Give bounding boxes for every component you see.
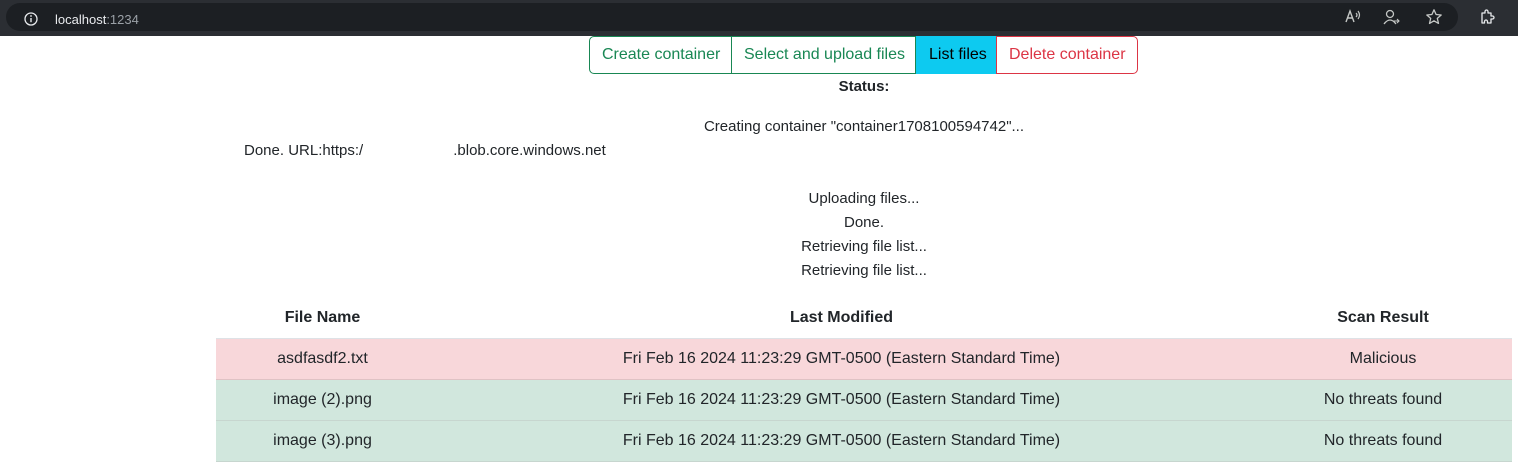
redacted-region (363, 144, 454, 159)
address-url[interactable]: localhost:1234 (55, 12, 139, 28)
delete-container-button[interactable]: Delete container (996, 36, 1138, 74)
done-url-suffix: .blob.core.windows.net (453, 142, 606, 159)
action-button-group: Create container Select and upload files… (589, 36, 1138, 74)
done-url-prefix: Done. URL:https:/ (244, 142, 364, 159)
create-container-button[interactable]: Create container (589, 36, 732, 74)
status-retrieving-line: Retrieving file list... (801, 238, 927, 255)
column-header-scan-result: Scan Result (1254, 298, 1512, 339)
info-icon[interactable] (24, 12, 38, 26)
last-modified-cell: Fri Feb 16 2024 11:23:29 GMT-0500 (Easte… (429, 420, 1254, 462)
last-modified-cell: Fri Feb 16 2024 11:23:29 GMT-0500 (Easte… (429, 379, 1254, 421)
scan-result-cell: No threats found (1254, 379, 1512, 421)
browser-toolbar: localhost:1234 (0, 0, 1518, 36)
status-done-line: Done. (843, 214, 885, 231)
upload-files-button[interactable]: Select and upload files (732, 36, 916, 74)
table-row: image (2).png Fri Feb 16 2024 11:23:29 G… (216, 379, 1512, 421)
column-header-last-modified: Last Modified (429, 298, 1254, 339)
column-header-file-name: File Name (216, 298, 429, 339)
table-row: asdfasdf2.txt Fri Feb 16 2024 11:23:29 G… (216, 338, 1512, 380)
status-creating-line: Creating container "container17081005947… (703, 118, 1025, 135)
table-row: image (3).png Fri Feb 16 2024 11:23:29 G… (216, 420, 1512, 462)
extensions-icon[interactable] (1478, 8, 1496, 26)
read-aloud-icon[interactable] (1344, 8, 1362, 26)
list-files-button[interactable]: List files (916, 36, 996, 74)
status-uploading-line: Uploading files... (808, 190, 920, 207)
status-done-url-line: Done. URL:https:/ .blob.core.windows.net (244, 142, 606, 160)
files-table: File Name Last Modified Scan Result asdf… (216, 298, 1512, 462)
status-heading: Status: (838, 78, 890, 95)
scan-result-cell: Malicious (1254, 338, 1512, 380)
url-port: :1234 (106, 12, 139, 27)
file-name-cell: image (2).png (216, 379, 429, 421)
favorite-star-icon[interactable] (1425, 8, 1443, 26)
profile-switch-icon[interactable] (1382, 8, 1400, 26)
address-bar[interactable]: localhost:1234 (6, 3, 1458, 31)
url-host: localhost (55, 12, 107, 27)
file-name-cell: image (3).png (216, 420, 429, 462)
last-modified-cell: Fri Feb 16 2024 11:23:29 GMT-0500 (Easte… (429, 338, 1254, 380)
table-header-row: File Name Last Modified Scan Result (216, 298, 1512, 339)
status-retrieving-line: Retrieving file list... (801, 262, 927, 279)
scan-result-cell: No threats found (1254, 420, 1512, 462)
file-name-cell: asdfasdf2.txt (216, 338, 429, 380)
